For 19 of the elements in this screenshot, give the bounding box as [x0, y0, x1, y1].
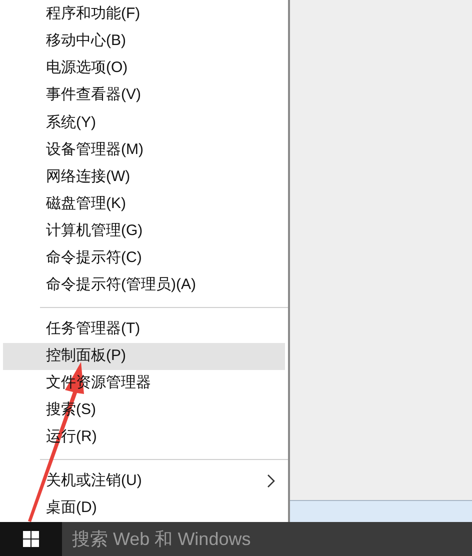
search-box[interactable]: 搜索 Web 和 Windows	[62, 522, 472, 556]
menu-item-label: 计算机管理(G)	[46, 220, 144, 241]
menu-item-label: 磁盘管理(K)	[46, 194, 127, 214]
menu-item-label: 事件查看器(V)	[46, 85, 142, 106]
menu-item-label: 设备管理器(M)	[46, 140, 144, 160]
menu-item-label: 网络连接(W)	[46, 166, 132, 187]
start-button[interactable]	[0, 522, 62, 556]
menu-item-label: 桌面(D)	[46, 498, 98, 518]
menu-item-label: 控制面板(P)	[46, 346, 127, 366]
windows-logo-icon	[23, 531, 39, 547]
menu-item-label: 关机或注销(U)	[46, 471, 143, 492]
menu-item-label: 电源选项(O)	[46, 58, 129, 78]
menu-item-label: 任务管理器(T)	[46, 318, 142, 339]
menu-item-label: 命令提示符(管理员)(A)	[46, 274, 197, 295]
menu-item-label: 系统(Y)	[46, 112, 97, 133]
menu-item[interactable]: 控制面板(P)	[3, 342, 285, 370]
menu-item-label: 命令提示符(C)	[46, 248, 143, 268]
menu-item-label: 移动中心(B)	[46, 31, 127, 52]
menu-item-label: 程序和功能(F)	[46, 4, 142, 24]
